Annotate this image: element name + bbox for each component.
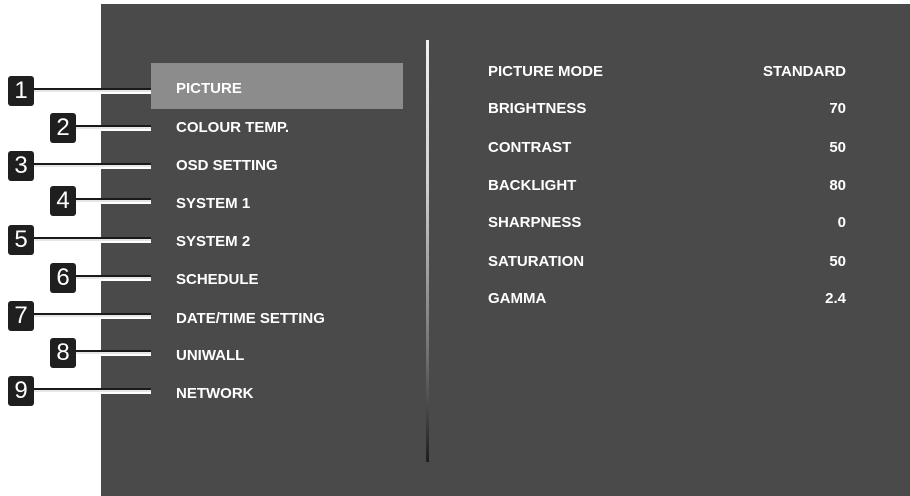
setting-label-saturation: SATURATION xyxy=(488,253,585,270)
menu-item-picture[interactable]: PICTURE xyxy=(151,63,403,109)
callout-leader-line xyxy=(76,350,151,356)
callout-badge-9: 9 xyxy=(8,376,34,406)
callout-leader-line xyxy=(33,313,151,319)
callout-leader-line xyxy=(76,275,151,281)
setting-value-sharpness[interactable]: 0 xyxy=(838,213,846,233)
setting-label-gamma: GAMMA xyxy=(488,290,547,307)
callout-leader-line xyxy=(33,388,151,394)
setting-label-picture-mode: PICTURE MODE xyxy=(488,63,604,80)
menu-item-schedule[interactable]: SCHEDULE xyxy=(151,265,403,295)
panel-divider xyxy=(426,40,429,462)
setting-value-backlight[interactable]: 80 xyxy=(829,176,846,196)
callout-leader-line xyxy=(33,88,151,94)
menu-item-date-time-setting[interactable]: DATE/TIME SETTING xyxy=(151,304,403,334)
menu-item-colour-temp[interactable]: COLOUR TEMP. xyxy=(151,113,403,143)
callout-badge-3: 3 xyxy=(8,151,34,181)
menu-item-system-2[interactable]: SYSTEM 2 xyxy=(151,227,403,257)
callout-badge-8: 8 xyxy=(50,338,76,368)
menu-item-uniwall[interactable]: UNIWALL xyxy=(151,341,403,371)
menu-item-osd-setting[interactable]: OSD SETTING xyxy=(151,151,403,181)
setting-label-brightness: BRIGHTNESS xyxy=(488,100,587,117)
callout-badge-6: 6 xyxy=(50,263,76,293)
setting-value-gamma[interactable]: 2.4 xyxy=(825,289,846,309)
setting-value-contrast[interactable]: 50 xyxy=(829,138,846,158)
callout-leader-line xyxy=(33,237,151,243)
callout-badge-2: 2 xyxy=(50,113,76,143)
setting-value-brightness[interactable]: 70 xyxy=(829,99,846,119)
callout-badge-1: 1 xyxy=(8,76,34,106)
setting-value-saturation[interactable]: 50 xyxy=(829,252,846,272)
setting-label-contrast: CONTRAST xyxy=(488,139,572,156)
callout-leader-line xyxy=(76,125,151,131)
callout-badge-5: 5 xyxy=(8,225,34,255)
setting-label-sharpness: SHARPNESS xyxy=(488,214,582,231)
callout-badge-4: 4 xyxy=(50,186,76,216)
callout-badge-7: 7 xyxy=(8,301,34,331)
setting-label-backlight: BACKLIGHT xyxy=(488,177,577,194)
callout-leader-line xyxy=(76,198,151,204)
setting-value-picture-mode[interactable]: STANDARD xyxy=(763,62,846,82)
menu-item-network[interactable]: NETWORK xyxy=(151,379,403,409)
menu-item-system-1[interactable]: SYSTEM 1 xyxy=(151,189,403,219)
callout-leader-line xyxy=(33,163,151,169)
